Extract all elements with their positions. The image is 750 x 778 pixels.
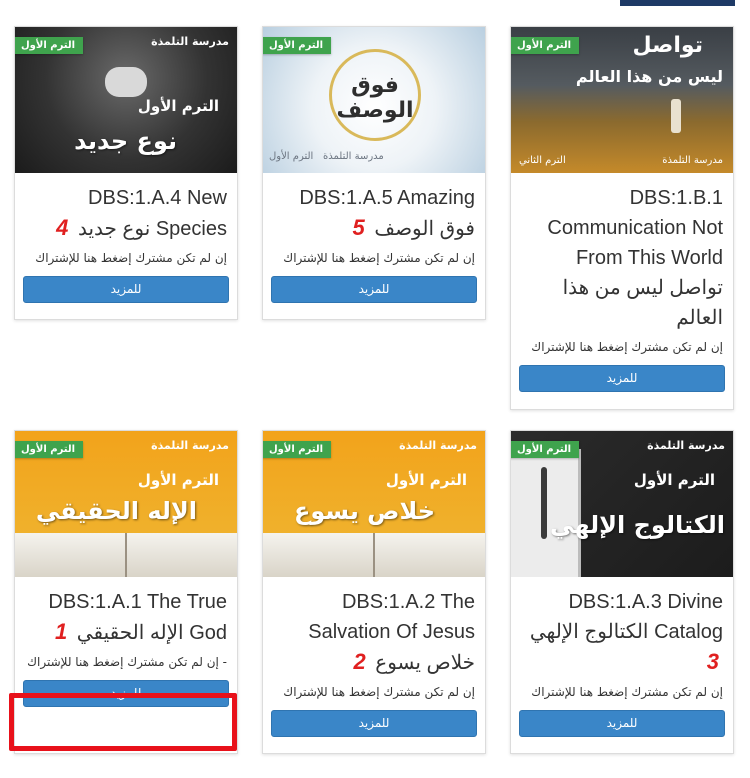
highlight-box (9, 693, 237, 751)
course-thumbnail[interactable]: فوق الوصف مدرسة التلمذة الترم الأول التر… (263, 27, 485, 173)
school-label: مدرسة التلمذة (647, 439, 725, 452)
course-title[interactable]: DBS:1.B.1 Communication Not From This Wo… (511, 173, 733, 333)
subscribe-link[interactable]: إن لم تكن مشترك إضغط هنا للإشتراك (15, 244, 237, 266)
school-label: مدرسة التلمذة (151, 35, 229, 48)
course-card-divine-catalog: مدرسة التلمذة الترم الأول الكتالوج الإله… (510, 430, 734, 754)
more-button[interactable]: للمزيد (271, 710, 477, 737)
book-image (263, 533, 485, 577)
course-thumbnail[interactable]: مدرسة التلمذة الترم الأول نوع جديد الترم… (15, 27, 237, 173)
more-button[interactable]: للمزيد (23, 276, 229, 303)
course-title[interactable]: DBS:1.A.4 New Species نوع جديد 4 (15, 173, 237, 244)
annotation-number: 2 (353, 649, 366, 674)
term-label: الترم الثاني (519, 155, 566, 166)
course-title[interactable]: DBS:1.A.2 The Salvation Of Jesus خلاص يس… (263, 577, 485, 678)
shoes-image (105, 67, 147, 97)
thumbnail-title: الكتالوج الإلهي (550, 511, 725, 539)
person-image (671, 99, 681, 133)
term-label: الترم الأول (385, 471, 467, 489)
term-label: الترم الأول (137, 97, 219, 115)
course-card-communication: تواصل ليس من هذا العالم مدرسة التلمذة ال… (510, 26, 734, 410)
course-title[interactable]: DBS:1.A.5 Amazing فوق الوصف 5 (263, 173, 485, 244)
term-ribbon: الترم الأول (263, 441, 332, 463)
course-thumbnail[interactable]: مدرسة التلمذة الترم الأول خلاص يسوع التر… (263, 431, 485, 577)
term-ribbon: الترم الأول (511, 37, 580, 59)
thumbnail-title: نوع جديد (74, 127, 177, 155)
subscribe-link[interactable]: إن لم تكن مشترك إضغط هنا للإشتراك (511, 333, 733, 355)
course-card-salvation: مدرسة التلمذة الترم الأول خلاص يسوع التر… (262, 430, 486, 754)
term-ribbon: الترم الأول (15, 441, 84, 463)
school-label: مدرسة التلمذة (151, 439, 229, 452)
subscribe-link[interactable]: إن لم تكن مشترك إضغط هنا للإشتراك (511, 678, 733, 700)
subscribe-link[interactable]: إن لم تكن مشترك إضغط هنا للإشتراك (263, 244, 485, 266)
book-image (15, 533, 237, 577)
more-button[interactable]: للمزيد (271, 276, 477, 303)
course-thumbnail[interactable]: مدرسة التلمذة الترم الأول الكتالوج الإله… (511, 431, 733, 577)
term-ribbon: الترم الأول (15, 37, 84, 59)
school-label: مدرسة التلمذة (399, 439, 477, 452)
annotation-number: 3 (706, 649, 719, 674)
term-label: الترم الأول (633, 471, 715, 489)
thumbnail-title: تواصل (632, 33, 704, 58)
top-nav-bar (620, 0, 735, 6)
thumbnail-title: الإله الحقيقي (35, 497, 197, 525)
thumbnail-subtitle: ليس من هذا العالم (575, 67, 723, 86)
more-button[interactable]: للمزيد (519, 710, 725, 737)
school-label: مدرسة التلمذة (323, 151, 384, 162)
thumbnail-title: خلاص يسوع (293, 497, 435, 525)
thumbnail-title: فوق الوصف (336, 73, 414, 123)
subscribe-link[interactable]: - إن لم تكن مشترك إضغط هنا للإشتراك (15, 648, 237, 670)
term-ribbon: الترم الأول (263, 37, 332, 59)
course-thumbnail[interactable]: تواصل ليس من هذا العالم مدرسة التلمذة ال… (511, 27, 733, 173)
annotation-number: 1 (54, 619, 68, 644)
course-title[interactable]: DBS:1.A.3 Divine Catalog الكتالوج الإلهي… (511, 577, 733, 678)
pen-image (541, 467, 547, 539)
more-button[interactable]: للمزيد (519, 365, 725, 392)
annotation-number: 5 (352, 215, 365, 240)
course-thumbnail[interactable]: مدرسة التلمذة الترم الأول الإله الحقيقي … (15, 431, 237, 577)
school-label: مدرسة التلمذة (662, 155, 723, 166)
term-ribbon: الترم الأول (511, 441, 580, 463)
term-label: الترم الأول (269, 151, 314, 162)
annotation-number: 4 (56, 215, 69, 240)
course-card-amazing: فوق الوصف مدرسة التلمذة الترم الأول التر… (262, 26, 486, 320)
subscribe-link[interactable]: إن لم تكن مشترك إضغط هنا للإشتراك (263, 678, 485, 700)
course-card-new-species: مدرسة التلمذة الترم الأول نوع جديد الترم… (14, 26, 238, 320)
course-title[interactable]: DBS:1.A.1 The True God الإله الحقيقي 1 (15, 577, 237, 648)
term-label: الترم الأول (137, 471, 219, 489)
